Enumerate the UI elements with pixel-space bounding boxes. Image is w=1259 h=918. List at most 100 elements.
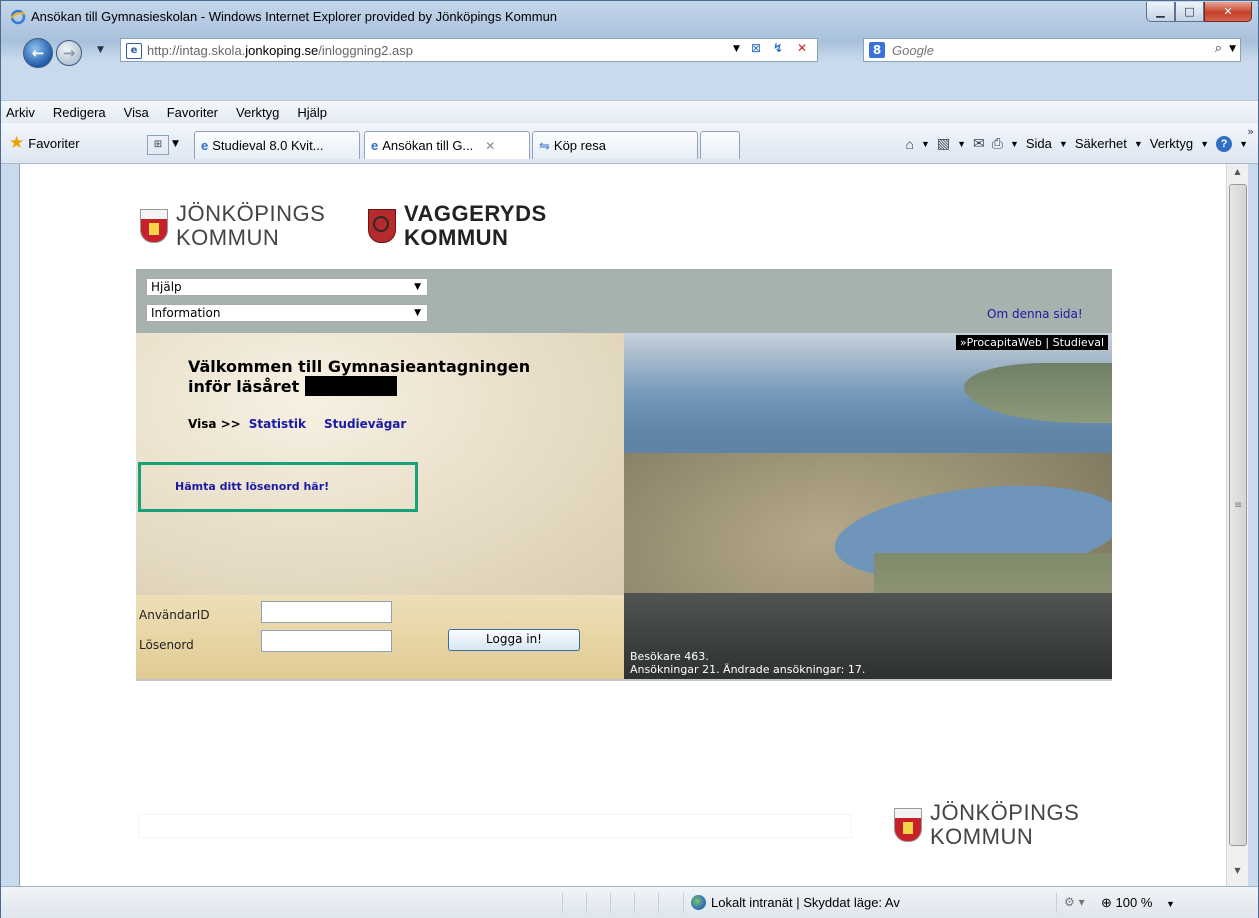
forward-button[interactable]: → [56,40,82,66]
refresh-icon[interactable]: ↯ [773,41,783,55]
tab-studieval[interactable]: e Studieval 8.0 Kvit... [194,131,360,159]
address-row: ← → ▼ e http://intag.skola.jonkoping.se/… [1,33,1258,71]
help-dropdown-icon[interactable]: ▼ [1239,139,1248,149]
star-icon: ★ [9,133,25,152]
browser-window: Ansökan till Gymnasieskolan - Windows In… [0,0,1259,918]
page-icon: e [126,43,142,59]
userid-input[interactable] [261,601,392,623]
back-button[interactable]: ← [23,38,53,68]
menu-verktyg[interactable]: Verktyg [227,105,288,120]
help-select[interactable]: Hjälp ▼ [146,278,428,296]
scroll-down-icon[interactable]: ▼ [1227,866,1248,883]
statistik-link[interactable]: Statistik [249,417,306,431]
print-icon[interactable]: ⎙ [992,135,1003,152]
search-box[interactable]: 8 Google ⌕ ▼ [863,38,1241,62]
address-dropdown-icon[interactable]: ▼ [733,44,740,54]
userid-label: AnvändarID [139,608,210,622]
compatibility-view-icon[interactable]: ⊠ [751,41,761,55]
city-photo: »ProcapitaWeb | Studieval Besökare 463. A… [624,333,1112,679]
new-tab-button[interactable] [700,131,740,159]
recent-pages-dropdown[interactable]: ▼ [97,45,104,55]
zoom-dropdown-icon: ▼ [1166,899,1175,909]
ie-tab-icon: e [371,138,379,153]
scroll-thumb[interactable] [1229,184,1247,846]
maximize-button[interactable]: □ [1175,2,1204,22]
tools-menu-dropdown-icon[interactable]: ▼ [1200,139,1209,149]
menu-bar: Arkiv Redigera Visa Favoriter Verktyg Hj… [1,100,1258,124]
window-title: Ansökan till Gymnasieskolan - Windows In… [31,9,558,24]
close-tab-icon[interactable]: ✕ [485,139,495,153]
home-icon[interactable]: ⌂ [905,136,913,152]
search-dropdown-icon[interactable]: ▼ [1229,44,1236,54]
jonkoping-logo: JÖNKÖPINGS KOMMUN [140,202,325,250]
page-menu-dropdown-icon[interactable]: ▼ [1059,139,1068,149]
visa-row: Visa >> Statistik Studievägar [188,417,407,431]
logo-vg-line1: VAGGERYDS [404,201,547,226]
favorites-button[interactable]: ★ Favoriter [9,133,80,153]
menu-hjalp[interactable]: Hjälp [288,105,336,120]
procapita-header: »ProcapitaWeb | Studieval [955,335,1108,350]
zoom-icon: ⊕ [1101,895,1112,910]
search-placeholder: Google [892,43,934,58]
intranet-globe-icon [691,895,706,910]
protected-mode-icon[interactable]: ⚙ ▾ [1064,895,1085,909]
information-select[interactable]: Information ▼ [146,304,428,322]
footer-jonkoping-logo: JÖNKÖPINGS KOMMUN [894,801,1079,849]
vertical-scrollbar[interactable]: ▲ ≡ ▼ [1226,164,1248,886]
tab-kop-resa[interactable]: ⇋ Köp resa [532,131,698,159]
close-window-button[interactable]: ✕ [1204,2,1252,22]
menu-visa[interactable]: Visa [115,105,158,120]
google-icon: 8 [869,42,885,58]
password-input[interactable] [261,630,392,652]
safety-menu-dropdown-icon[interactable]: ▼ [1134,139,1143,149]
menu-redigera[interactable]: Redigera [44,105,115,120]
security-zone[interactable]: Lokalt intranät | Skyddat läge: Av [691,895,900,910]
address-bar[interactable]: e http://intag.skola.jonkoping.se/inlogg… [120,38,818,62]
feeds-dropdown-icon[interactable]: ▼ [957,139,966,149]
ie-logo-icon [10,9,26,25]
feeds-icon[interactable]: ▧ [937,135,950,152]
page-viewport: JÖNKÖPINGS KOMMUN VAGGERYDS KOMMUN Hjälp ▼ … [19,164,1227,886]
page-menu[interactable]: Sida [1026,136,1052,151]
scroll-up-icon[interactable]: ▲ [1227,167,1248,184]
jonkoping-shield-icon [894,808,922,842]
footer-logo-line1: JÖNKÖPINGS [930,800,1080,825]
footer-logo-line2: KOMMUN [930,824,1034,849]
address-url[interactable]: http://intag.skola.jonkoping.se/inloggni… [147,43,413,58]
status-bar: Lokalt intranät | Skyddat läge: Av ⚙ ▾ ⊕… [1,886,1258,918]
about-page-link[interactable]: Om denna sida! [987,307,1083,321]
login-panel: AnvändarID Lösenord Logga in! [136,595,624,679]
ie-tab-icon: e [201,138,209,153]
safety-menu[interactable]: Säkerhet [1075,136,1127,151]
get-password-link[interactable]: Hämta ditt lösenord här! [175,480,329,493]
stop-icon[interactable]: ✕ [797,41,807,55]
toolbar-overflow-icon[interactable]: » [1247,125,1254,138]
help-icon[interactable]: ? [1216,135,1233,152]
studievagar-link[interactable]: Studievägar [324,417,406,431]
menu-favoriter[interactable]: Favoriter [158,105,227,120]
scroll-grip-icon: ≡ [1234,500,1243,511]
tools-menu[interactable]: Verktyg [1150,136,1193,151]
login-button[interactable]: Logga in! [448,629,580,651]
logo-jk-line1: JÖNKÖPINGS [176,201,326,226]
footer-frame [138,814,852,838]
loading-tab-icon: ⇋ [539,137,550,153]
tab-list-dropdown-icon[interactable]: ▼ [172,139,179,149]
print-dropdown-icon[interactable]: ▼ [1010,139,1019,149]
minimize-button[interactable]: ▁ [1146,2,1175,22]
password-label: Lösenord [139,638,194,652]
vaggeryd-shield-icon [368,209,396,243]
tab-ansokan[interactable]: e Ansökan till G... ✕ [364,131,530,159]
quick-tabs-icon[interactable]: ⊞ [147,135,169,155]
menu-arkiv[interactable]: Arkiv [1,105,44,120]
chevron-down-icon: ▼ [414,308,421,318]
search-icon[interactable]: ⌕ [1215,41,1222,56]
zoom-level[interactable]: ⊕ 100 % ▼ [1101,895,1175,911]
vaggeryd-logo: VAGGERYDS KOMMUN [368,202,547,250]
visitor-stats: Besökare 463. Ansökningar 21. Ändrade ans… [630,650,866,676]
home-dropdown-icon[interactable]: ▼ [921,139,930,149]
logo-jk-line2: KOMMUN [176,225,280,250]
mail-icon[interactable]: ✉ [973,135,985,152]
logo-vg-line2: KOMMUN [404,225,509,250]
redacted-year [304,376,397,396]
